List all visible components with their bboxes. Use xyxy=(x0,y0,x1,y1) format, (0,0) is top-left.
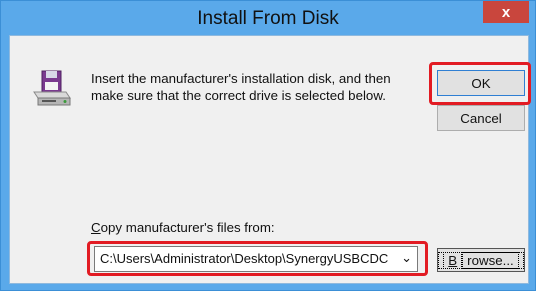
cancel-button[interactable]: Cancel xyxy=(437,105,525,131)
window-title: Install From Disk xyxy=(197,8,339,29)
ok-button[interactable]: OK xyxy=(437,70,525,96)
title-bar[interactable]: Install From Disk x xyxy=(1,1,535,35)
close-button[interactable]: x xyxy=(483,1,529,23)
browse-label-rest: rowse... xyxy=(462,251,519,269)
install-from-disk-window: Install From Disk x Insert the manufactu… xyxy=(0,0,536,291)
copy-label-rest: opy manufacturer's files from: xyxy=(100,220,275,235)
chevron-down-icon[interactable]: ⌄ xyxy=(401,250,412,266)
path-value[interactable]: C:\Users\Administrator\Desktop\SynergyUS… xyxy=(100,251,388,266)
floppy-disk-drive-icon xyxy=(32,68,72,113)
close-icon: x xyxy=(501,3,511,21)
copy-files-label: Copy manufacturer's files from: xyxy=(91,220,275,235)
copy-label-access-key: C xyxy=(91,220,101,235)
browse-access-key: B xyxy=(443,251,463,269)
instruction-message: Insert the manufacturer's installation d… xyxy=(91,71,391,103)
dialog-body: Insert the manufacturer's installation d… xyxy=(9,35,531,284)
browse-label: Browse... xyxy=(438,251,524,269)
browse-button[interactable]: Browse... xyxy=(437,248,525,272)
path-combobox[interactable]: C:\Users\Administrator\Desktop\SynergyUS… xyxy=(94,246,418,272)
